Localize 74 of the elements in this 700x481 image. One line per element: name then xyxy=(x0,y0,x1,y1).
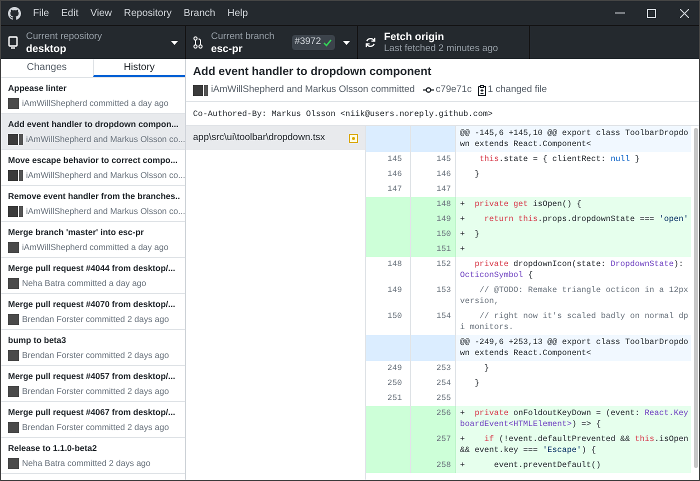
commit-title: Add event handler to dropdown compon... xyxy=(8,118,178,131)
caret-icon xyxy=(343,40,350,44)
commit-author: Brendan Forster committed 2 days ago xyxy=(22,349,169,361)
commit-title: Merge pull request #4067 from desktop/... xyxy=(8,406,176,419)
branch-icon xyxy=(193,36,203,49)
file-path: app\src\ui\toolbar\dropdown.tsx xyxy=(193,131,326,146)
line-number-cell: 147 xyxy=(366,182,411,198)
commit-title: Merge branch 'master' into esc-pr xyxy=(8,226,144,239)
commit-author: Brendan Forster committed 2 days ago xyxy=(22,313,169,325)
commit-author: iAmWillShepherd and Markus Olsson co... xyxy=(26,133,186,145)
commit-author: Brendan Forster committed 2 days ago xyxy=(22,385,169,397)
octocat-logo-icon xyxy=(8,6,21,20)
fetch-title: Fetch origin xyxy=(384,30,446,42)
commit-author: iAmWillShepherd and Markus Olsson co... xyxy=(26,205,186,217)
commit-message: Co-Authored-By: Markus Olsson <niik@users.noreply.github.com> xyxy=(193,110,493,120)
menu-item[interactable]: File xyxy=(30,6,52,20)
menu-item[interactable]: Repository xyxy=(120,6,175,20)
sync-icon xyxy=(365,37,376,48)
file-list-item[interactable]: app\src\ui\toolbar\dropdown.tsx xyxy=(186,126,365,150)
menu-item[interactable]: Help xyxy=(224,6,251,20)
commit-list-item[interactable]: Add event handler to dropdown compon... iAmWillShepherd and Markus Olsson co... xyxy=(1,114,185,150)
maximize-icon[interactable] xyxy=(647,8,656,18)
commit-authors: iAmWillShepherd and Markus Olsson committed xyxy=(211,83,415,97)
line-number-cell: 148 xyxy=(411,197,456,212)
close-icon[interactable] xyxy=(680,8,689,18)
modified-icon xyxy=(349,134,358,143)
last-fetched-text: Last fetched 2 minutes ago xyxy=(384,42,498,54)
commit-title: Move escape behavior to correct compo... xyxy=(8,154,178,167)
commit-title: Remove event handler from the branches.. xyxy=(8,190,180,203)
line-number-cell: 150 xyxy=(366,309,411,336)
fetch-origin-button[interactable]: Fetch origin Last fetched 2 minutes ago xyxy=(358,26,530,59)
commit-author: Neha Batra committed a day ago xyxy=(22,277,146,289)
commit-sha: c79e71c xyxy=(436,83,472,97)
check-icon xyxy=(323,38,332,46)
branch-name: esc-pr xyxy=(211,42,244,54)
commit-title: Merge pull request #4057 from desktop/... xyxy=(8,370,176,383)
pull-request-badge[interactable]: #3972 xyxy=(292,35,335,50)
file-diff-icon xyxy=(478,84,486,96)
commit-author: iAmWillShepherd committed a day ago xyxy=(22,241,168,253)
line-number-cell: 150 xyxy=(411,227,456,242)
caret-icon xyxy=(171,40,178,44)
commit-title: bump to beta3 xyxy=(8,334,66,347)
line-number-cell: 256 xyxy=(411,406,456,432)
changed-files-count: 1 changed file xyxy=(488,83,547,97)
commit-title: Release to 1.1.0-beta2 xyxy=(8,442,97,455)
line-number-cell: 258 xyxy=(411,458,456,474)
repository-name: desktop xyxy=(26,42,68,54)
line-number-cell: 151 xyxy=(411,242,456,258)
branch-selector[interactable]: Current branch esc-pr #3972 xyxy=(186,26,358,59)
commit-author: iAmWillShepherd committed a day ago xyxy=(22,97,168,109)
menu-item[interactable]: View xyxy=(87,6,115,20)
tab[interactable]: Changes xyxy=(1,59,92,77)
repository-label: Current repository xyxy=(26,30,102,42)
commit-author: Brendan Forster committed 2 days ago xyxy=(22,421,169,433)
line-number-cell: 251 xyxy=(366,391,411,406)
commit-author: Neha Batra committed 2 days ago xyxy=(22,457,151,469)
repository-selector[interactable]: Current repository desktop xyxy=(1,26,186,59)
branch-label: Current branch xyxy=(211,30,274,42)
menu-item[interactable]: Branch xyxy=(180,6,218,20)
line-number-cell: 255 xyxy=(411,391,456,406)
commit-author: iAmWillShepherd and Markus Olsson co... xyxy=(26,169,186,181)
line-number-cell: 257 xyxy=(411,432,456,458)
line-number-cell: 147 xyxy=(411,182,456,198)
avatar-pair xyxy=(193,84,208,96)
scrollbar[interactable] xyxy=(694,128,698,468)
menu-item[interactable]: Edit xyxy=(58,6,82,20)
commit-title: Merge pull request #4070 from desktop/... xyxy=(8,298,176,311)
commit-title: Add event handler to dropdown component xyxy=(193,65,432,79)
commit-icon xyxy=(422,87,434,94)
commit-title: Appease linter xyxy=(8,82,67,95)
computer-icon xyxy=(8,36,18,49)
line-number-cell: 154 xyxy=(411,309,456,336)
line-number-cell: 149 xyxy=(411,212,456,228)
commit-title: Merge pull request #4044 from desktop/... xyxy=(8,262,176,275)
